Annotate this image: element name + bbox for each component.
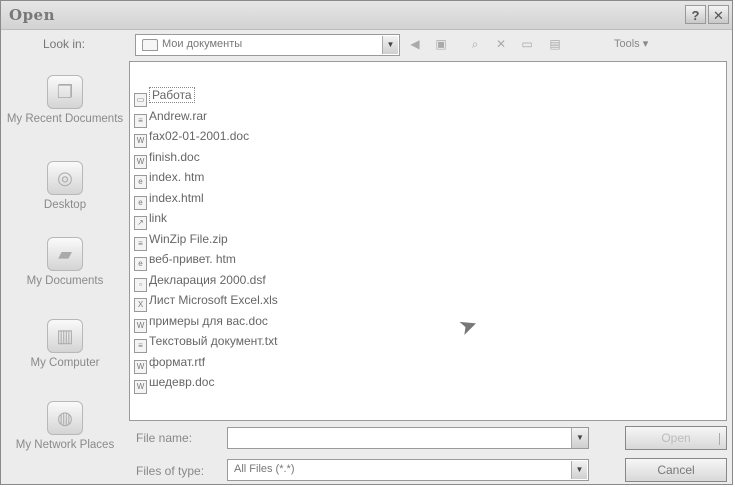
- place-label: My Computer: [30, 357, 100, 369]
- text-file-icon: ≡: [134, 339, 147, 353]
- desktop-icon: ◎: [47, 161, 83, 195]
- file-name: веб-привет. htm: [149, 252, 236, 266]
- place-desktop[interactable]: ◎ Desktop: [5, 161, 125, 212]
- file-name: формат.rtf: [149, 354, 206, 369]
- rtf-icon: W: [134, 359, 147, 374]
- place-label: My Recent Documents: [6, 113, 124, 125]
- recent-documents-icon: ❐: [47, 75, 83, 109]
- file-item[interactable]: e index. htm: [134, 170, 204, 190]
- file-name: index. htm: [149, 170, 205, 184]
- back-icon[interactable]: ◀: [407, 37, 423, 52]
- file-item[interactable]: X Лист Microsoft Excel.xls: [134, 293, 278, 313]
- files-of-type-label: Files of type:: [136, 464, 205, 478]
- file-item[interactable]: ≡ Текстовый документ.txt: [134, 334, 277, 354]
- archive-icon: ≡: [134, 236, 147, 251]
- place-label: My Documents: [26, 275, 104, 287]
- file-item[interactable]: Wfax02-01-2001.doc: [134, 129, 249, 149]
- file-item[interactable]: Wfinish.doc: [134, 150, 200, 170]
- file-item[interactable]: ▭ Работа: [134, 87, 195, 108]
- file-name: link: [149, 211, 168, 225]
- up-folder-icon[interactable]: ▣: [433, 37, 449, 52]
- html-icon: e: [134, 195, 147, 210]
- file-name: fax02-01-2001.doc: [149, 129, 250, 143]
- excel-icon: X: [134, 298, 147, 312]
- archive-icon: ≡: [134, 113, 147, 128]
- file-list[interactable]: ▭ Работа ≡ Andrew.rar Wfax02-01-2001.doc Wfin…: [129, 61, 727, 421]
- file-name: Andrew.rar: [149, 108, 208, 123]
- file-name: Текстовый документ.txt: [149, 334, 278, 348]
- link-icon: ↗: [134, 216, 147, 230]
- file-name: Декларация 2000.dsf: [149, 272, 266, 287]
- search-web-icon[interactable]: ⌕: [467, 37, 483, 52]
- html-icon: e: [134, 257, 147, 271]
- files-of-type-dropdown[interactable]: All Files (*.*) ▼: [227, 459, 589, 481]
- look-in-label: Look in:: [43, 37, 86, 51]
- chevron-down-icon[interactable]: ▼: [571, 428, 588, 448]
- files-of-type-value: All Files (*.*): [234, 463, 295, 475]
- place-my-computer[interactable]: ▥ My Computer: [5, 319, 125, 370]
- folder-icon: [142, 39, 158, 51]
- help-button[interactable]: ?: [685, 5, 706, 24]
- word-doc-icon: W: [134, 318, 147, 333]
- generic-file-icon: ▫: [134, 277, 147, 292]
- file-name: WinZip File.zip: [149, 231, 228, 246]
- file-name: finish.doc: [149, 149, 200, 164]
- chevron-down-icon[interactable]: ▼: [571, 461, 587, 479]
- network-places-icon: ◍: [47, 401, 83, 435]
- delete-icon[interactable]: ✕: [493, 37, 509, 52]
- chevron-down-icon[interactable]: ▼: [382, 36, 398, 54]
- html-icon: e: [134, 175, 147, 189]
- place-label: Desktop: [43, 199, 87, 211]
- place-my-documents[interactable]: ▰ My Documents: [5, 237, 125, 288]
- look-in-value: Мои документы: [162, 38, 243, 50]
- open-split-arrow[interactable]: [719, 433, 720, 445]
- tools-menu[interactable]: Tools ▾: [614, 37, 648, 50]
- file-name: Работа: [149, 87, 195, 103]
- new-folder-icon[interactable]: ▭: [519, 37, 535, 52]
- place-recent-documents[interactable]: ❐ My Recent Documents: [5, 75, 125, 126]
- place-label: My Network Places: [15, 439, 115, 451]
- file-item[interactable]: Wшедевр.doc: [134, 375, 214, 395]
- my-documents-icon: ▰: [47, 237, 83, 271]
- file-name: примеры для вас.doc: [149, 313, 268, 328]
- file-name-input[interactable]: [227, 427, 589, 449]
- file-item[interactable]: ▫ Декларация 2000.dsf: [134, 273, 266, 293]
- file-name-label: File name:: [136, 431, 193, 445]
- places-bar: ❐ My Recent Documents ◎ Desktop ▰ My Doc…: [5, 63, 125, 483]
- file-item[interactable]: e index.html: [134, 191, 204, 211]
- file-item[interactable]: ≡ Andrew.rar: [134, 109, 207, 129]
- file-item[interactable]: ↗ link: [134, 211, 167, 231]
- word-doc-icon: W: [134, 154, 147, 169]
- cancel-button[interactable]: Cancel: [625, 458, 727, 482]
- open-button-label: Open: [661, 431, 691, 445]
- folder-icon: ▭: [134, 93, 147, 107]
- file-item[interactable]: Wформат.rtf: [134, 355, 205, 375]
- title-bar: Open ? ✕: [1, 1, 732, 30]
- my-computer-icon: ▥: [47, 319, 83, 353]
- open-button[interactable]: Open: [625, 426, 727, 450]
- dialog-title: Open: [9, 6, 56, 24]
- file-name: index.html: [149, 190, 204, 205]
- word-doc-icon: W: [134, 134, 147, 148]
- look-in-dropdown[interactable]: Мои документы ▼: [135, 34, 400, 56]
- place-my-network-places[interactable]: ◍ My Network Places: [5, 401, 125, 452]
- file-item[interactable]: Wпримеры для вас.doc: [134, 314, 268, 334]
- file-item[interactable]: e веб-привет. htm: [134, 252, 236, 272]
- file-item[interactable]: ≡ WinZip File.zip: [134, 232, 228, 252]
- file-name: Лист Microsoft Excel.xls: [149, 293, 278, 307]
- views-icon[interactable]: ▤: [547, 37, 563, 52]
- close-button[interactable]: ✕: [708, 5, 729, 24]
- word-doc-icon: W: [134, 380, 147, 394]
- file-name: шедевр.doc: [149, 375, 215, 389]
- open-dialog: Open ? ✕ Look in: Мои документы ▼ ◀ ▣ ⌕ …: [0, 0, 733, 485]
